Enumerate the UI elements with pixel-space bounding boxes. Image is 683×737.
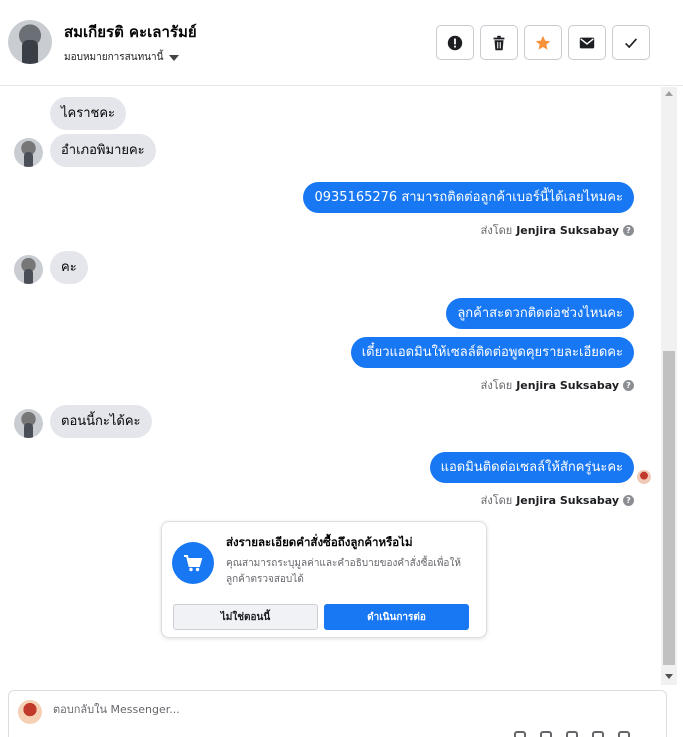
check-icon bbox=[625, 37, 638, 48]
reply-composer bbox=[8, 690, 667, 737]
not-now-button[interactable]: ไม่ใช่ตอนนี้ bbox=[173, 604, 318, 630]
contact-avatar-small bbox=[14, 255, 43, 284]
more-icon[interactable] bbox=[618, 731, 630, 737]
scroll-up-arrow-icon[interactable] bbox=[665, 91, 673, 96]
incoming-message[interactable]: ตอนนี้กะได้คะ bbox=[50, 405, 152, 438]
contact-avatar[interactable] bbox=[8, 20, 52, 64]
card-title: ส่งรายละเอียดคำสั่งซื้อถึงลูกค้าหรือไม่ bbox=[226, 535, 413, 549]
star-icon bbox=[535, 35, 551, 50]
incoming-message[interactable]: อำเภอพิมายคะ bbox=[50, 134, 156, 167]
sent-by-prefix: ส่งโดย bbox=[480, 224, 513, 237]
cart-icon bbox=[184, 555, 203, 572]
sent-by-prefix: ส่งโดย bbox=[480, 379, 513, 392]
sender-name: Jenjira Suksabay bbox=[516, 223, 619, 237]
conversation-header: สมเกียรติ คะเลารัมย์ มอบหมายการสนทนานี้ bbox=[0, 0, 683, 86]
alert-icon bbox=[447, 35, 463, 50]
header-actions bbox=[436, 25, 650, 60]
help-icon[interactable]: ? bbox=[623, 494, 634, 506]
page-avatar bbox=[18, 700, 42, 724]
sent-by-label: ส่งโดย Jenjira Suksabay ? bbox=[481, 376, 634, 394]
sent-by-label: ส่งโดย Jenjira Suksabay ? bbox=[481, 491, 634, 509]
sent-by-prefix: ส่งโดย bbox=[480, 494, 513, 507]
emoji-icon[interactable] bbox=[566, 731, 578, 737]
outgoing-message[interactable]: แอดมินติดต่อเซลล์ให้สักครู่นะคะ bbox=[429, 452, 634, 483]
sender-name: Jenjira Suksabay bbox=[516, 378, 619, 392]
envelope-icon bbox=[579, 37, 595, 48]
seen-avatar bbox=[637, 470, 651, 484]
caret-down-icon bbox=[169, 54, 180, 61]
composer-toolbar bbox=[514, 731, 630, 737]
outgoing-message[interactable]: 0935165276 สามารถติดต่อลูกค้าเบอร์นี้ได้… bbox=[303, 182, 634, 213]
delete-button[interactable] bbox=[480, 25, 518, 60]
incoming-message[interactable]: ไคราชคะ bbox=[50, 97, 127, 130]
help-icon[interactable]: ? bbox=[623, 224, 634, 236]
report-button[interactable] bbox=[436, 25, 474, 60]
incoming-message[interactable]: คะ bbox=[50, 251, 88, 284]
cart-icon-badge bbox=[172, 542, 214, 584]
template-icon[interactable] bbox=[592, 731, 604, 737]
continue-button[interactable]: ดำเนินการต่อ bbox=[324, 604, 469, 630]
contact-name[interactable]: สมเกียรติ คะเลารัมย์ bbox=[64, 20, 197, 44]
mark-done-button[interactable] bbox=[612, 25, 650, 60]
message-thread: ไคราชคะ อำเภอพิมายคะ 0935165276 สามารถติ… bbox=[0, 87, 661, 685]
order-details-card: ส่งรายละเอียดคำสั่งซื้อถึงลูกค้าหรือไม่ … bbox=[161, 521, 487, 638]
sent-by-label: ส่งโดย Jenjira Suksabay ? bbox=[481, 221, 634, 239]
assign-label: มอบหมายการสนทนานี้ bbox=[64, 52, 164, 63]
assign-dropdown[interactable]: มอบหมายการสนทนานี้ bbox=[64, 50, 180, 65]
scroll-thumb[interactable] bbox=[663, 351, 675, 665]
mark-unread-button[interactable] bbox=[568, 25, 606, 60]
attachment-icon[interactable] bbox=[514, 731, 526, 737]
outgoing-message[interactable]: ลูกค้าสะดวกติดต่อช่วงไหนคะ bbox=[446, 298, 634, 329]
reply-input[interactable] bbox=[53, 703, 613, 716]
thread-scrollbar[interactable] bbox=[661, 87, 677, 685]
help-icon[interactable]: ? bbox=[623, 379, 634, 391]
trash-icon bbox=[493, 35, 505, 50]
contact-avatar-small bbox=[14, 409, 43, 438]
contact-avatar-small bbox=[14, 138, 43, 167]
star-button[interactable] bbox=[524, 25, 562, 60]
scroll-down-arrow-icon[interactable] bbox=[665, 674, 673, 679]
image-icon[interactable] bbox=[540, 731, 552, 737]
card-description: คุณสามารถระบุมูลค่าและคำอธิบายของคำสั่งซ… bbox=[226, 558, 461, 585]
sender-name: Jenjira Suksabay bbox=[516, 493, 619, 507]
outgoing-message[interactable]: เดี๋ยวแอดมินให้เซลล์ติดต่อพูดคุยรายละเอี… bbox=[350, 337, 634, 368]
